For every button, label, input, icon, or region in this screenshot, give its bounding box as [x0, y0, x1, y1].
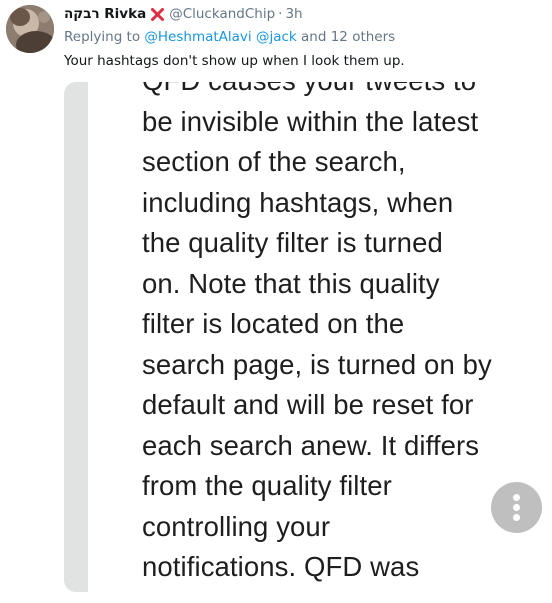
screenshot-text-line: each search anew. It differs [142, 429, 480, 461]
avatar[interactable] [6, 5, 54, 53]
tweet: רבקה Rivka @CluckandChip · 3h Replying t… [0, 0, 552, 603]
screenshot-text-line: section of the search, [142, 146, 406, 177]
replying-to: Replying to @HeshmatAlavi @jack and 12 o… [64, 29, 395, 45]
more-options-button[interactable] [491, 482, 542, 533]
mention-link[interactable]: @jack [256, 29, 297, 45]
others-count[interactable]: and 12 others [301, 29, 395, 45]
screenshot-text-line: search page, is turned on by [142, 348, 492, 380]
screenshot-text-line: notifications. QFD was [142, 551, 420, 582]
user-handle[interactable]: @CluckandChip [169, 6, 275, 22]
more-vertical-icon [513, 494, 520, 501]
tweet-media-image[interactable]: QFD causes your tweets to be invisible w… [64, 82, 552, 592]
screenshot-text-line: QFD causes your tweets to [142, 82, 552, 102]
screenshot-text-line: controlling your [142, 510, 331, 542]
cross-mark-icon [150, 7, 165, 22]
mention-link[interactable]: @HeshmatAlavi [144, 29, 251, 45]
screenshot-text-line: including hashtags, when [142, 186, 454, 218]
screenshot-text-line: the quality filter is turned [142, 227, 443, 258]
timestamp[interactable]: 3h [285, 6, 302, 22]
more-vertical-icon [513, 514, 520, 521]
screenshot-text-line: filter is located on the [142, 308, 405, 339]
tweet-text: Your hashtags don't show up when I look … [64, 53, 405, 69]
screenshot-text-line: default and will be reset for [142, 389, 474, 420]
screenshot-text-line: on. Note that this quality [142, 267, 440, 299]
more-vertical-icon [513, 504, 520, 511]
display-name[interactable]: רבקה Rivka [64, 6, 146, 22]
tweet-header: רבקה Rivka @CluckandChip · 3h [64, 4, 303, 24]
replying-to-label: Replying to [64, 29, 141, 45]
separator-dot: · [278, 6, 283, 22]
screenshot-text-line: from the quality filter [142, 470, 392, 501]
screenshot-text-line: be invisible within the latest [142, 105, 479, 137]
